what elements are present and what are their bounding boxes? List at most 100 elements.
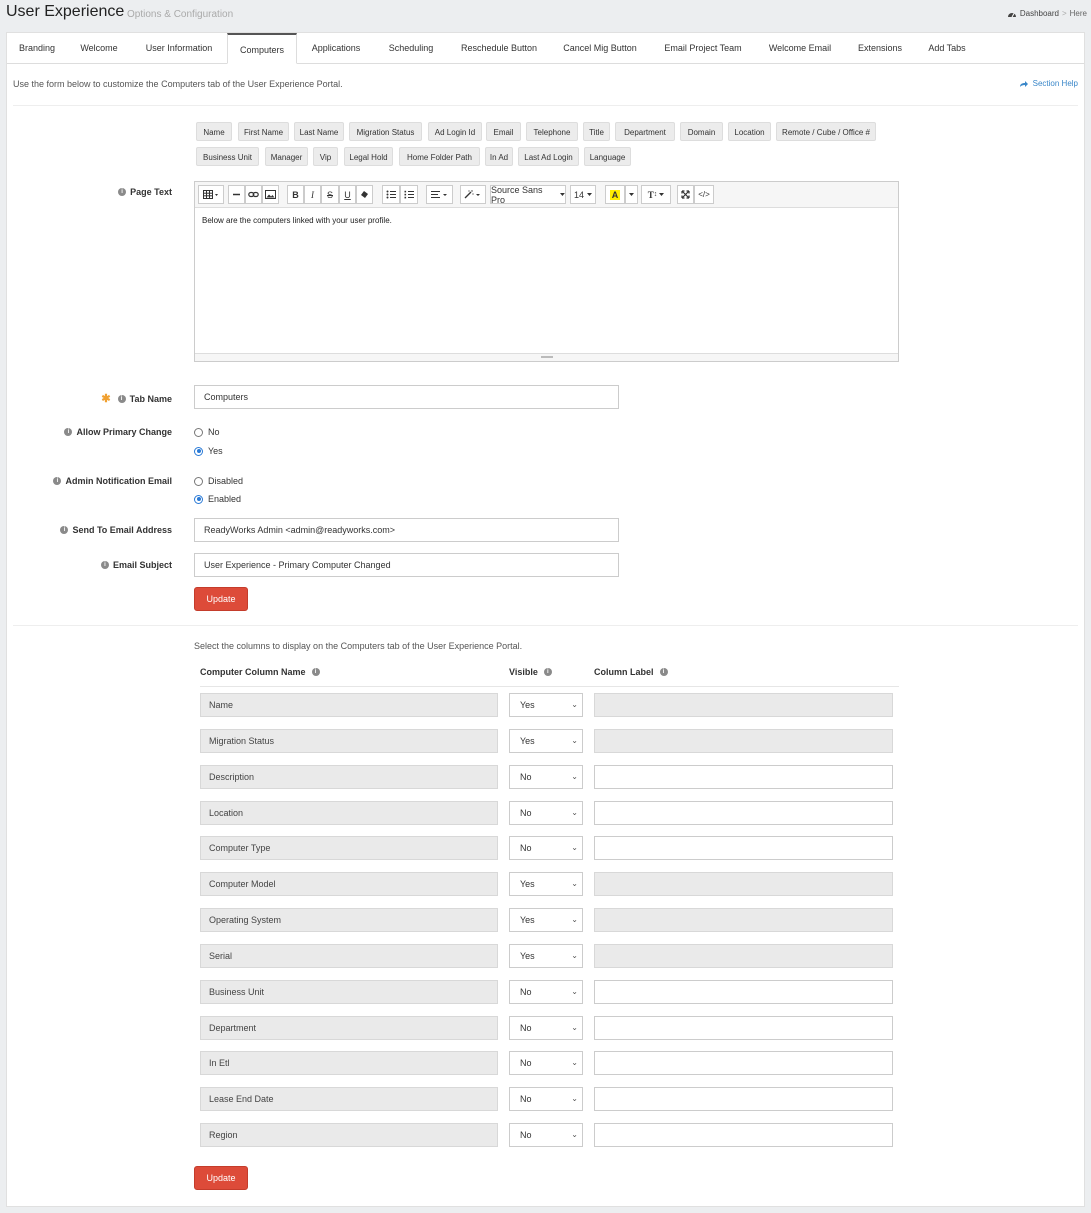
column-label-input[interactable]	[594, 908, 893, 932]
email-subject-label: i Email Subject	[100, 560, 172, 570]
column-label-input[interactable]	[594, 1087, 893, 1111]
horizontal-rule-icon[interactable]	[228, 185, 245, 204]
visible-select[interactable]: Yes ⌄	[509, 729, 583, 753]
tab-branding[interactable]: Branding	[7, 33, 67, 64]
token-department[interactable]: Department	[615, 122, 675, 141]
allow-primary-change-yes[interactable]: Yes	[194, 446, 223, 456]
token-home-folder-path[interactable]: Home Folder Path	[399, 147, 480, 166]
token-title[interactable]: Title	[583, 122, 610, 141]
table-icon[interactable]	[198, 185, 224, 204]
text-color-icon[interactable]: A	[605, 185, 625, 204]
page-text-editor[interactable]: B I S U Source Sans Pro 14 A T ↕ </> Belo…	[194, 181, 899, 362]
email-subject-input[interactable]	[194, 553, 619, 577]
breadcrumb-dashboard[interactable]: Dashboard	[1020, 9, 1059, 18]
visible-select[interactable]: Yes ⌄	[509, 944, 583, 968]
column-label-input[interactable]	[594, 801, 893, 825]
allow-primary-change-no[interactable]: No	[194, 427, 220, 437]
header-text: Computer Column Name	[200, 667, 306, 677]
underline-icon[interactable]: U	[339, 185, 356, 204]
editor-content[interactable]: Below are the computers linked with your…	[202, 216, 392, 225]
fullscreen-icon[interactable]	[677, 185, 694, 204]
eraser-icon[interactable]	[356, 185, 373, 204]
token-ad-login-id[interactable]: Ad Login Id	[428, 122, 482, 141]
visible-select[interactable]: No ⌄	[509, 836, 583, 860]
visible-select[interactable]: Yes ⌄	[509, 872, 583, 896]
radio-label: Disabled	[208, 476, 244, 486]
token-last-name[interactable]: Last Name	[294, 122, 344, 141]
token-telephone[interactable]: Telephone	[526, 122, 578, 141]
token-remote-cube-office[interactable]: Remote / Cube / Office #	[776, 122, 876, 141]
tab-extensions[interactable]: Extensions	[847, 33, 913, 64]
visible-value: No	[520, 843, 532, 853]
column-label-input[interactable]	[594, 1016, 893, 1040]
page-text-label-text: Page Text	[130, 187, 172, 197]
tab-name-input[interactable]	[194, 385, 619, 409]
code-view-icon[interactable]: </>	[694, 185, 714, 204]
link-icon[interactable]	[245, 185, 262, 204]
font-size-select[interactable]: 14	[570, 185, 596, 204]
token-first-name[interactable]: First Name	[238, 122, 289, 141]
column-label-input[interactable]	[594, 872, 893, 896]
visible-select[interactable]: No ⌄	[509, 1051, 583, 1075]
section-help-link[interactable]: Section Help	[1019, 79, 1078, 88]
tab-applications[interactable]: Applications	[300, 33, 372, 64]
text-height-icon[interactable]: T ↕	[641, 185, 671, 204]
visible-select[interactable]: No ⌄	[509, 1016, 583, 1040]
token-manager[interactable]: Manager	[265, 147, 308, 166]
visible-select[interactable]: Yes ⌄	[509, 693, 583, 717]
admin-notification-enabled[interactable]: Enabled	[194, 494, 241, 504]
editor-resize-handle[interactable]	[195, 353, 898, 361]
tab-welcome-email[interactable]: Welcome Email	[759, 33, 841, 64]
tab-add-tabs[interactable]: Add Tabs	[917, 33, 977, 64]
visible-select[interactable]: No ⌄	[509, 765, 583, 789]
column-name: Location	[200, 801, 498, 825]
column-label-input[interactable]	[594, 980, 893, 1004]
token-in-ad[interactable]: In Ad	[485, 147, 513, 166]
token-last-ad-login[interactable]: Last Ad Login	[518, 147, 579, 166]
tab-cancel-mig-button[interactable]: Cancel Mig Button	[552, 33, 648, 64]
token-location[interactable]: Location	[728, 122, 771, 141]
update-columns-button[interactable]: Update	[194, 1166, 248, 1190]
visible-select[interactable]: No ⌄	[509, 980, 583, 1004]
token-business-unit[interactable]: Business Unit	[196, 147, 259, 166]
admin-notification-disabled[interactable]: Disabled	[194, 476, 243, 486]
token-domain[interactable]: Domain	[680, 122, 723, 141]
image-icon[interactable]	[262, 185, 279, 204]
update-button[interactable]: Update	[194, 587, 248, 611]
tab-email-project-team[interactable]: Email Project Team	[654, 33, 752, 64]
column-label-input[interactable]	[594, 729, 893, 753]
bold-icon[interactable]: B	[287, 185, 304, 204]
tab-welcome[interactable]: Welcome	[69, 33, 129, 64]
column-label-input[interactable]	[594, 765, 893, 789]
visible-value: Yes	[520, 879, 535, 889]
visible-select[interactable]: No ⌄	[509, 1123, 583, 1147]
token-language[interactable]: Language	[584, 147, 631, 166]
visible-select[interactable]: Yes ⌄	[509, 908, 583, 932]
tab-computers[interactable]: Computers	[227, 33, 297, 64]
bullet-list-icon[interactable]	[382, 185, 400, 204]
tab-user-information[interactable]: User Information	[134, 33, 224, 64]
token-email[interactable]: Email	[486, 122, 521, 141]
font-family-select[interactable]: Source Sans Pro	[490, 185, 566, 205]
token-name[interactable]: Name	[196, 122, 232, 141]
strikethrough-icon[interactable]: S	[321, 185, 339, 204]
token-migration-status[interactable]: Migration Status	[349, 122, 422, 141]
send-to-email-input[interactable]	[194, 518, 619, 542]
magic-wand-icon[interactable]	[460, 185, 486, 204]
tab-reschedule-button[interactable]: Reschedule Button	[452, 33, 546, 64]
column-label-input[interactable]	[594, 944, 893, 968]
italic-icon[interactable]: I	[304, 185, 321, 204]
column-label-input[interactable]	[594, 693, 893, 717]
token-vip[interactable]: Vip	[313, 147, 338, 166]
token-legal-hold[interactable]: Legal Hold	[344, 147, 393, 166]
tab-scheduling[interactable]: Scheduling	[377, 33, 445, 64]
visible-select[interactable]: No ⌄	[509, 801, 583, 825]
column-label-input[interactable]	[594, 1123, 893, 1147]
visible-select[interactable]: No ⌄	[509, 1087, 583, 1111]
column-label-input[interactable]	[594, 1051, 893, 1075]
numbered-list-icon[interactable]	[400, 185, 418, 204]
header-visible: Visible i	[509, 667, 552, 677]
color-dropdown-icon[interactable]	[625, 185, 638, 204]
align-icon[interactable]	[426, 185, 453, 204]
column-label-input[interactable]	[594, 836, 893, 860]
